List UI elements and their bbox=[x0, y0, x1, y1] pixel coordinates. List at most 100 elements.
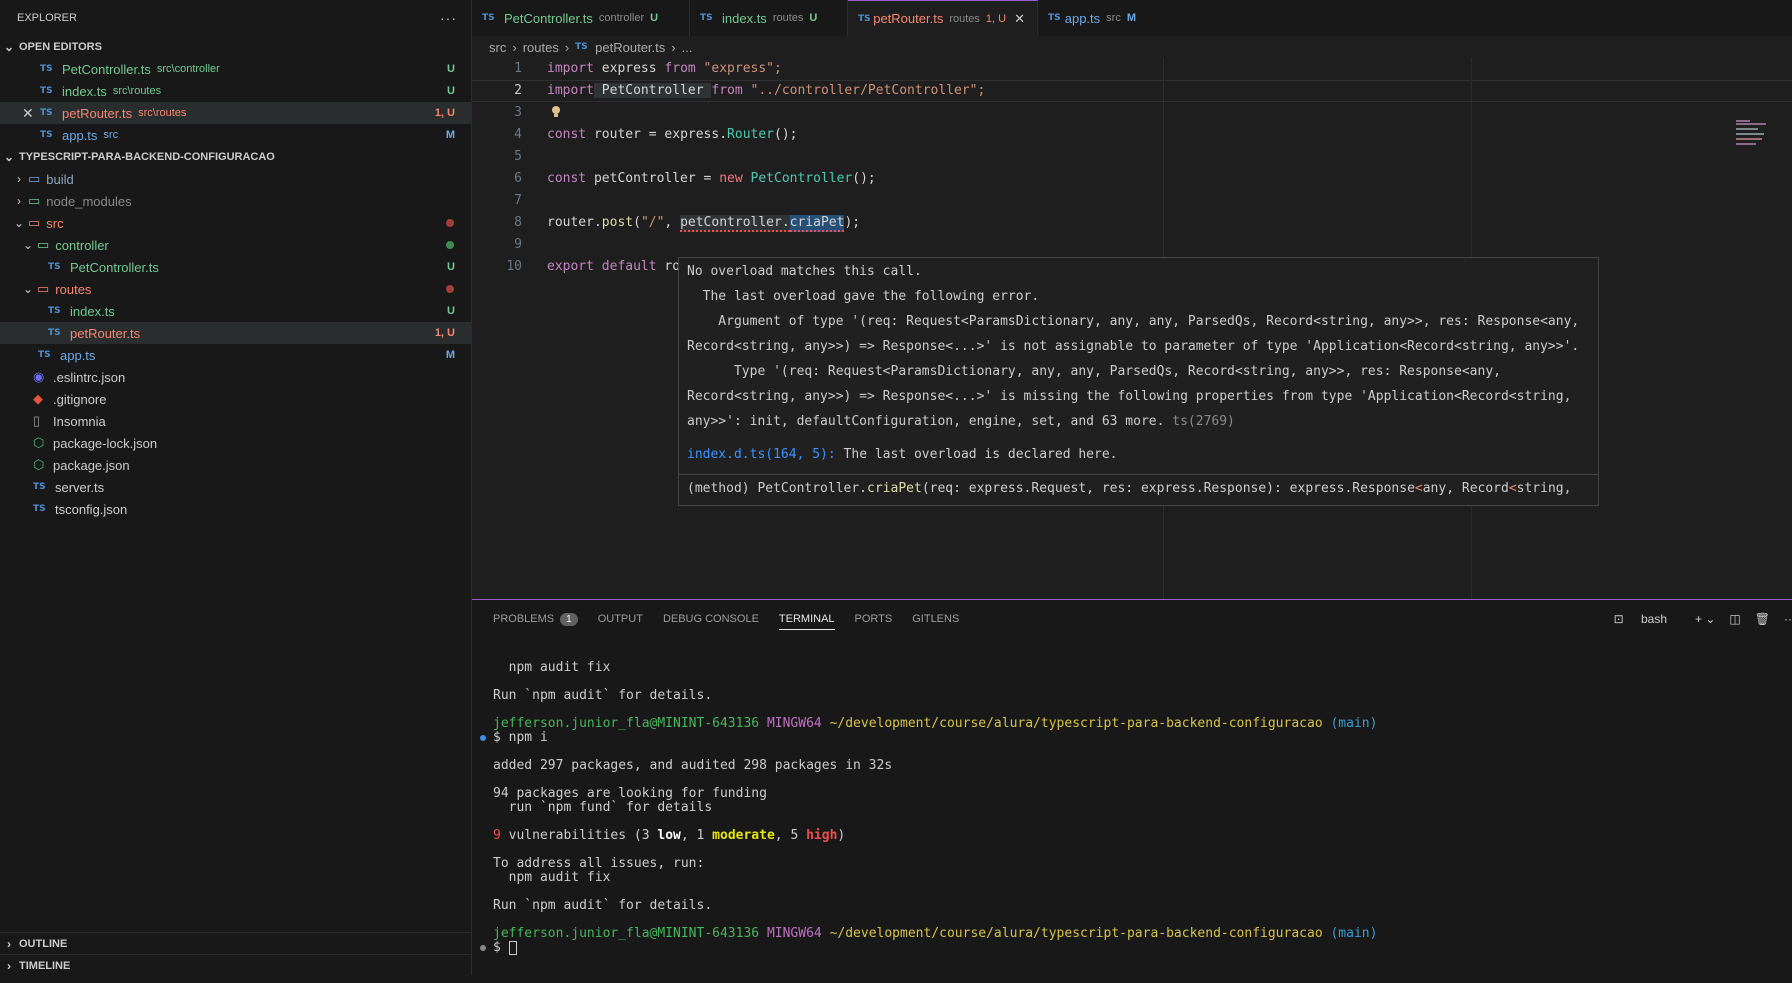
folder-icon: ▭ bbox=[28, 193, 41, 208]
line-number: 8 bbox=[514, 215, 522, 230]
line-number: 7 bbox=[514, 193, 522, 208]
panel-tabs: PROBLEMS 1 OUTPUT DEBUG CONSOLE TERMINAL … bbox=[472, 600, 1792, 638]
npm-icon: ⬡ bbox=[33, 435, 45, 450]
tab-gitlens[interactable]: GITLENS bbox=[912, 600, 959, 638]
method-signature: (method) PetController.criaPet(req: expr… bbox=[687, 481, 1572, 496]
command-decoration-icon[interactable] bbox=[480, 735, 486, 741]
folder-icon: ▭ bbox=[28, 215, 41, 230]
tree-file-petrouter[interactable]: TS petRouter.ts 1, U bbox=[0, 322, 471, 344]
chevron-right-icon: › bbox=[512, 39, 517, 55]
tab-petrouter[interactable]: TS petRouter.ts routes 1, U ✕ bbox=[848, 0, 1038, 36]
explorer-sidebar: EXPLORER ··· ⌄ OPEN EDITORS TS PetControll… bbox=[0, 0, 472, 983]
line-number: 9 bbox=[514, 237, 522, 252]
close-icon[interactable]: ✕ bbox=[22, 105, 40, 122]
tree-file-app[interactable]: TS app.ts M bbox=[0, 344, 471, 366]
chevron-down-icon: ⌄ bbox=[22, 282, 34, 296]
close-icon[interactable]: ✕ bbox=[1014, 11, 1025, 27]
typescript-icon: TS bbox=[48, 328, 61, 338]
tooltip-divider bbox=[679, 474, 1598, 475]
line-number: 4 bbox=[514, 127, 522, 142]
breadcrumb-src[interactable]: src bbox=[489, 40, 506, 55]
chevron-right-icon: › bbox=[7, 936, 11, 951]
folder-icon: ▭ bbox=[37, 237, 50, 252]
more-actions-icon[interactable]: ··· bbox=[440, 10, 457, 26]
open-editors-section[interactable]: ⌄ OPEN EDITORS bbox=[0, 36, 471, 58]
problems-count-badge: 1 bbox=[560, 612, 578, 626]
code-line-8: router.post("/", petController.criaPet); bbox=[547, 215, 861, 232]
typescript-icon: TS bbox=[575, 42, 588, 52]
typescript-icon: TS bbox=[48, 306, 61, 316]
tree-folder-controller[interactable]: ⌄ ▭ controller bbox=[0, 234, 471, 256]
tree-file-server[interactable]: TS server.ts bbox=[0, 476, 471, 498]
tab-ports[interactable]: PORTS bbox=[855, 600, 893, 638]
line-number: 2 bbox=[514, 83, 522, 98]
open-editor-petcontroller[interactable]: TS PetController.ts src\controller U bbox=[0, 58, 471, 80]
typescript-icon: TS bbox=[482, 13, 495, 23]
tree-file-gitignore[interactable]: ◆ .gitignore bbox=[0, 388, 471, 410]
tree-file-eslintrc[interactable]: ◉ .eslintrc.json bbox=[0, 366, 471, 388]
status-bar bbox=[0, 975, 1792, 983]
terminal-prompt-line: jefferson.junior_fla@MININT-643136 MINGW… bbox=[493, 716, 1378, 731]
tree-folder-node-modules[interactable]: › ▭ node_modules bbox=[0, 190, 471, 212]
breadcrumb-symbols[interactable]: ... bbox=[682, 40, 693, 55]
code-line-1: import express from "express"; bbox=[547, 61, 782, 76]
tree-folder-src[interactable]: ⌄ ▭ src bbox=[0, 212, 471, 234]
tab-debug-console[interactable]: DEBUG CONSOLE bbox=[663, 600, 759, 638]
tree-folder-routes[interactable]: ⌄ ▭ routes bbox=[0, 278, 471, 300]
tab-terminal[interactable]: TERMINAL bbox=[778, 608, 835, 630]
tree-file-insomnia[interactable]: ▯ Insomnia bbox=[0, 410, 471, 432]
typescript-icon: TS bbox=[40, 64, 53, 74]
chevron-down-icon: ⌄ bbox=[22, 238, 34, 252]
error-hover-tooltip: No overload matches this call. The last … bbox=[678, 257, 1599, 506]
line-number: 5 bbox=[514, 149, 522, 164]
code-line-10: export default ro bbox=[547, 259, 681, 274]
folder-icon: ▭ bbox=[37, 281, 50, 296]
panel-toolbar: ⊡ bash + ⌄ ◫ 🗑 ·· bbox=[1614, 600, 1792, 638]
tree-file-package[interactable]: ⬡ package.json bbox=[0, 454, 471, 476]
open-editor-petrouter[interactable]: ✕ TS petRouter.ts src\routes 1, U bbox=[0, 102, 471, 124]
explorer-header: EXPLORER ··· bbox=[0, 0, 471, 36]
terminal-input[interactable]: $ bbox=[493, 940, 517, 955]
modified-dot bbox=[446, 219, 454, 227]
modified-dot bbox=[446, 285, 454, 293]
trash-icon[interactable]: 🗑 bbox=[1755, 612, 1770, 626]
chevron-right-icon: › bbox=[17, 194, 21, 208]
split-terminal-icon[interactable]: ◫ bbox=[1729, 612, 1740, 626]
untracked-dot bbox=[446, 241, 454, 249]
open-editor-index[interactable]: TS index.ts src\routes U bbox=[0, 80, 471, 102]
tree-file-package-lock[interactable]: ⬡ package-lock.json bbox=[0, 432, 471, 454]
lightbulb-icon[interactable] bbox=[550, 105, 562, 119]
line-number: 10 bbox=[506, 259, 522, 274]
tree-folder-build[interactable]: › ▭ build bbox=[0, 168, 471, 190]
tree-file-index[interactable]: TS index.ts U bbox=[0, 300, 471, 322]
tree-file-petcontroller[interactable]: TS PetController.ts U bbox=[0, 256, 471, 278]
open-editor-app[interactable]: TS app.ts src M bbox=[0, 124, 471, 146]
tab-problems[interactable]: PROBLEMS 1 bbox=[493, 600, 578, 638]
project-section[interactable]: ⌄ TYPESCRIPT-PARA-BACKEND-CONFIGURACAO bbox=[0, 146, 471, 168]
folder-icon: ▭ bbox=[28, 171, 41, 186]
tab-output[interactable]: OUTPUT bbox=[598, 600, 643, 638]
typescript-icon: TS bbox=[33, 504, 46, 514]
new-terminal-icon[interactable]: + ⌄ bbox=[1695, 612, 1715, 626]
tree-file-tsconfig[interactable]: TS tsconfig.json bbox=[0, 498, 471, 520]
file-icon: ▯ bbox=[33, 413, 41, 428]
typescript-icon: TS bbox=[38, 350, 51, 360]
tab-app[interactable]: TS app.ts src M bbox=[1038, 0, 1148, 36]
timeline-section[interactable]: › TIMELINE bbox=[0, 954, 471, 976]
tab-petcontroller[interactable]: TS PetController.ts controller U bbox=[472, 0, 690, 36]
tab-index[interactable]: TS index.ts routes U bbox=[690, 0, 848, 36]
terminal-shell-selector[interactable]: ⊡ bash bbox=[1614, 612, 1681, 626]
line-number: 1 bbox=[514, 61, 522, 76]
code-line-6: const petController = new PetController(… bbox=[547, 171, 876, 186]
typescript-icon: TS bbox=[40, 86, 53, 96]
eslint-icon: ◉ bbox=[33, 369, 45, 384]
more-actions-icon[interactable]: ·· bbox=[1784, 612, 1792, 626]
breadcrumb-file[interactable]: petRouter.ts bbox=[595, 40, 665, 55]
typescript-icon: TS bbox=[40, 108, 53, 118]
minimap[interactable] bbox=[1732, 116, 1792, 196]
chevron-right-icon: › bbox=[671, 39, 676, 55]
outline-section[interactable]: › OUTLINE bbox=[0, 932, 471, 954]
breadcrumb-routes[interactable]: routes bbox=[523, 40, 559, 55]
declaration-link[interactable]: index.d.ts(164, 5): bbox=[687, 447, 836, 462]
editor-tabs: TS PetController.ts controller U TS index.ts… bbox=[472, 0, 1792, 36]
